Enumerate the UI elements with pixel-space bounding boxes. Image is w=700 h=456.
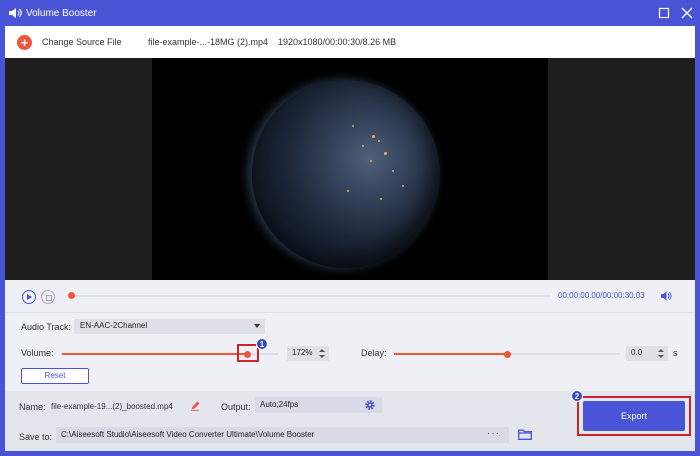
stop-button[interactable] xyxy=(41,290,55,304)
seek-bar[interactable] xyxy=(71,295,551,297)
delay-slider-thumb[interactable] xyxy=(503,350,511,358)
step-badge-1: 1 xyxy=(256,338,268,350)
output-format-value: Auto;24fps xyxy=(260,400,299,409)
step-badge-2: 2 xyxy=(571,390,583,402)
save-path-value: C:\Aiseesoft Studio\Aiseesoft Video Conv… xyxy=(61,430,315,439)
volume-down-icon[interactable] xyxy=(319,355,325,358)
play-button[interactable] xyxy=(22,290,36,304)
delay-up-icon[interactable] xyxy=(658,349,664,352)
change-source-label: Change Source File xyxy=(42,37,122,47)
save-path-field[interactable]: C:\Aiseesoft Studio\Aiseesoft Video Conv… xyxy=(56,427,509,443)
reset-button[interactable]: Reset xyxy=(21,368,89,384)
volume-slider-fill xyxy=(62,353,248,355)
gear-icon[interactable] xyxy=(364,399,376,411)
source-file-name: file-example-...-18MG (2).mp4 xyxy=(148,37,269,47)
plus-icon: + xyxy=(17,34,32,50)
pencil-icon[interactable] xyxy=(190,401,200,411)
speaker-icon xyxy=(9,8,22,18)
change-source-button[interactable]: + Change Source File xyxy=(17,34,122,50)
delay-value: 0.0 xyxy=(631,348,643,357)
delay-slider[interactable] xyxy=(394,350,620,358)
volume-booster-window: + Change Source File file-example-...-18… xyxy=(5,26,695,451)
audio-track-label: Audio Track: xyxy=(21,322,72,332)
seek-thumb[interactable] xyxy=(68,292,75,299)
audio-track-value: EN-AAC-2Channel xyxy=(80,321,148,330)
name-label: Name: xyxy=(19,402,46,412)
playback-controls: 00:00:00.00/00:00:30.03 xyxy=(5,280,695,312)
output-format-field[interactable]: Auto;24fps xyxy=(255,397,382,413)
browse-button[interactable]: ··· xyxy=(487,428,500,439)
audio-track-select[interactable]: EN-AAC-2Channel xyxy=(74,319,265,334)
volume-spinner[interactable]: 172% xyxy=(287,346,329,361)
source-bar: + Change Source File file-example-...-18… xyxy=(5,26,695,58)
audio-settings: Audio Track: EN-AAC-2Channel Volume: 1 1… xyxy=(5,312,695,391)
delay-slider-fill xyxy=(394,353,507,355)
delay-label: Delay: xyxy=(361,348,387,358)
output-label: Output: xyxy=(221,402,251,412)
output-file-name: file-example-19...(2)_boosted.mp4 xyxy=(51,402,173,411)
video-frame xyxy=(152,58,548,280)
export-button[interactable]: Export xyxy=(583,401,685,431)
volume-up-icon[interactable] xyxy=(319,349,325,352)
close-icon[interactable] xyxy=(680,6,694,20)
delay-spinner[interactable]: 0.0 xyxy=(626,346,668,361)
playback-time: 00:00:00.00/00:00:30.03 xyxy=(558,291,645,300)
volume-icon[interactable] xyxy=(660,290,672,302)
earth-image xyxy=(252,80,440,268)
save-to-label: Save to: xyxy=(19,432,53,442)
video-preview xyxy=(5,58,695,280)
title-bar: Volume Booster xyxy=(0,0,700,26)
delay-down-icon[interactable] xyxy=(658,355,664,358)
source-file-meta: 1920x1080/00:00:30/8.26 MB xyxy=(278,37,397,47)
volume-value: 172% xyxy=(292,348,313,357)
volume-label: Volume: xyxy=(21,348,54,358)
window-title: Volume Booster xyxy=(26,8,97,19)
chevron-down-icon xyxy=(254,324,260,328)
maximize-icon[interactable] xyxy=(657,6,671,20)
delay-unit: s xyxy=(673,348,678,358)
folder-icon[interactable] xyxy=(518,429,532,440)
